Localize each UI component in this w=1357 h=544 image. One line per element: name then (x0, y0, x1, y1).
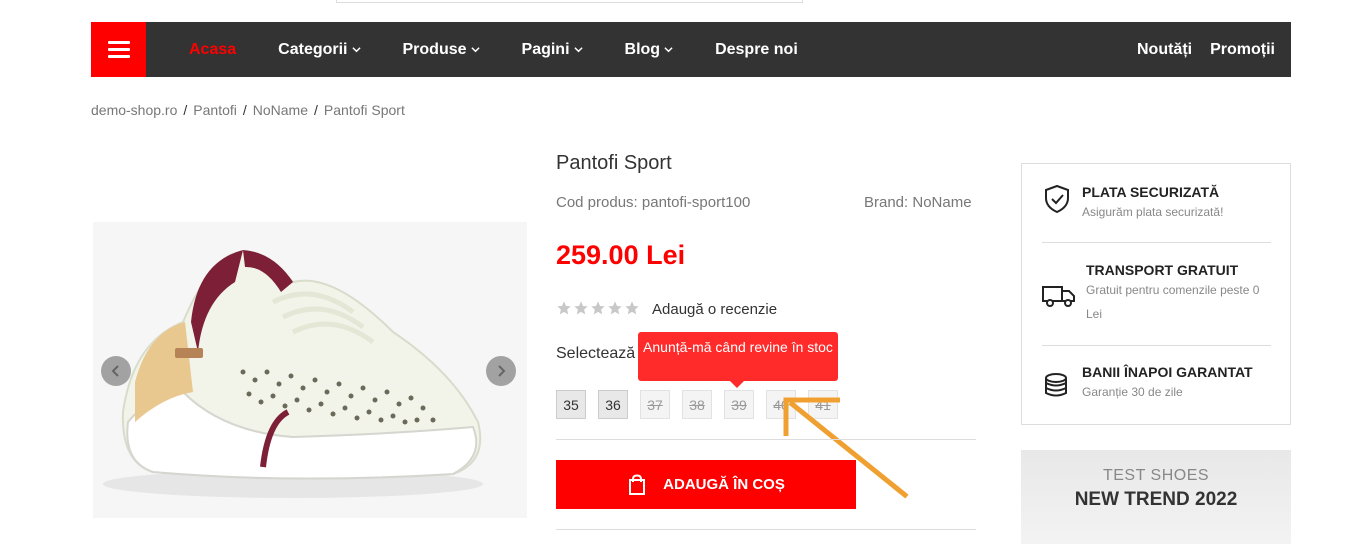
size-option-37[interactable]: 37 (640, 390, 670, 419)
nav-link-promotii[interactable]: Promoții (1210, 41, 1275, 59)
star-icon (625, 301, 639, 315)
star-icon (591, 301, 605, 315)
product-brand: Brand: NoName (864, 194, 972, 211)
size-options: 35 36 37 38 39 40 41 (556, 390, 838, 419)
breadcrumb-home[interactable]: demo-shop.ro (91, 102, 177, 118)
search-bar-edge (336, 0, 803, 3)
breadcrumb-pantofi[interactable]: Pantofi (193, 102, 237, 118)
benefit-secure-payment: PLATA SECURIZATĂ Asigurăm plata securiza… (1042, 184, 1223, 224)
nav-item-despre-noi[interactable]: Despre noi (715, 41, 798, 59)
chevron-down-icon (573, 47, 583, 53)
gallery-prev-button[interactable] (101, 356, 131, 386)
breadcrumb: demo-shop.ro / Pantofi / NoName / Pantofi S… (91, 102, 405, 118)
divider (556, 439, 976, 440)
chevron-left-icon (111, 365, 119, 377)
nav-item-categorii[interactable]: Categorii (278, 41, 361, 59)
star-icon (608, 301, 622, 315)
add-review-link[interactable]: Adaugă o recenzie (652, 301, 777, 318)
size-option-40[interactable]: 40 (766, 390, 796, 419)
nav-item-blog[interactable]: Blog (625, 41, 674, 59)
nav-item-pagini[interactable]: Pagini (522, 41, 583, 59)
chevron-down-icon (470, 47, 480, 53)
nav-right-links: Noutăți Promoții (1137, 41, 1291, 59)
rating-stars (556, 300, 640, 316)
benefit-free-transport: TRANSPORT GRATUIT Gratuit pentru comenzi… (1042, 262, 1266, 326)
chevron-right-icon (498, 365, 506, 377)
breadcrumb-current: Pantofi Sport (323, 102, 405, 118)
product-image (93, 222, 527, 518)
benefit-money-back: BANII ÎNAPOI GARANTAT Garanție 30 de zil… (1042, 364, 1253, 404)
size-option-36[interactable]: 36 (598, 390, 628, 419)
size-option-38[interactable]: 38 (682, 390, 712, 419)
truck-icon (1042, 286, 1075, 307)
nav-item-produse[interactable]: Produse (403, 41, 480, 59)
shopping-bag-icon (629, 473, 646, 495)
nav-item-acasa[interactable]: Acasa (189, 41, 236, 59)
notify-stock-tooltip: Anunță-mă când revine în stoc (638, 332, 838, 388)
main-navbar: Acasa Categorii Produse Pagini Blog Desp… (91, 22, 1291, 77)
star-icon (574, 301, 588, 315)
size-option-35[interactable]: 35 (556, 390, 586, 419)
hamburger-menu-button[interactable] (91, 22, 146, 77)
coins-icon (1045, 373, 1067, 397)
product-price: 259.00 Lei (556, 240, 686, 270)
hamburger-icon (107, 41, 130, 44)
divider (556, 529, 976, 530)
add-to-cart-button[interactable]: ADAUGĂ ÎN COȘ (556, 460, 856, 509)
shield-check-icon (1045, 184, 1069, 214)
chevron-down-icon (351, 47, 361, 53)
gallery-next-button[interactable] (486, 356, 516, 386)
size-option-41[interactable]: 41 (808, 390, 838, 419)
banner-line-2: NEW TREND 2022 (1074, 489, 1238, 510)
star-icon (557, 301, 571, 315)
add-to-cart-label: ADAUGĂ ÎN COȘ (663, 476, 785, 493)
product-code: Cod produs: pantofi-sport100 (556, 194, 751, 211)
product-title: Pantofi Sport (556, 152, 672, 174)
size-option-39[interactable]: 39 (724, 390, 754, 419)
breadcrumb-noname[interactable]: NoName (253, 102, 308, 118)
store-benefits-box: PLATA SECURIZATĂ Asigurăm plata securiza… (1021, 163, 1291, 425)
nav-link-noutati[interactable]: Noutăți (1137, 41, 1192, 59)
promo-banner[interactable]: TEST SHOES NEW TREND 2022 (1021, 450, 1291, 544)
banner-line-1: TEST SHOES (1102, 467, 1210, 484)
sneaker-image (103, 250, 483, 498)
chevron-down-icon (664, 47, 673, 53)
